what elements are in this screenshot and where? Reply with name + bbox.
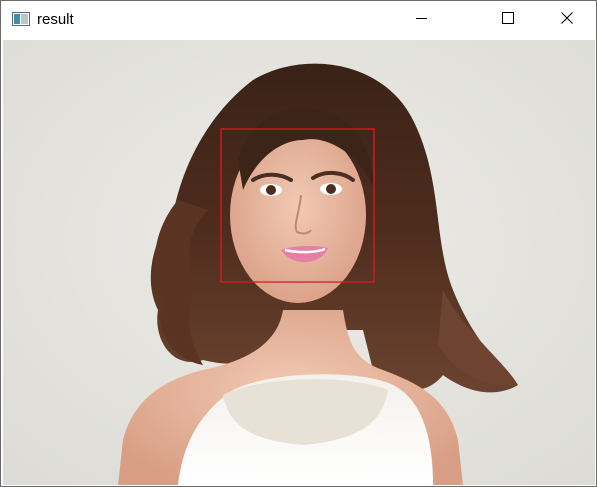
minimize-icon bbox=[416, 11, 428, 29]
minimize-button[interactable] bbox=[393, 1, 451, 39]
close-button[interactable] bbox=[538, 1, 596, 39]
maximize-button[interactable] bbox=[479, 1, 537, 39]
image-canvas bbox=[3, 40, 595, 485]
window-title: result bbox=[37, 11, 74, 28]
portrait-photo bbox=[3, 40, 595, 485]
title-bar[interactable]: result bbox=[1, 1, 596, 39]
result-window: result bbox=[0, 0, 597, 487]
image-window-icon bbox=[12, 12, 30, 26]
close-icon bbox=[561, 11, 573, 29]
maximize-icon bbox=[502, 11, 514, 29]
